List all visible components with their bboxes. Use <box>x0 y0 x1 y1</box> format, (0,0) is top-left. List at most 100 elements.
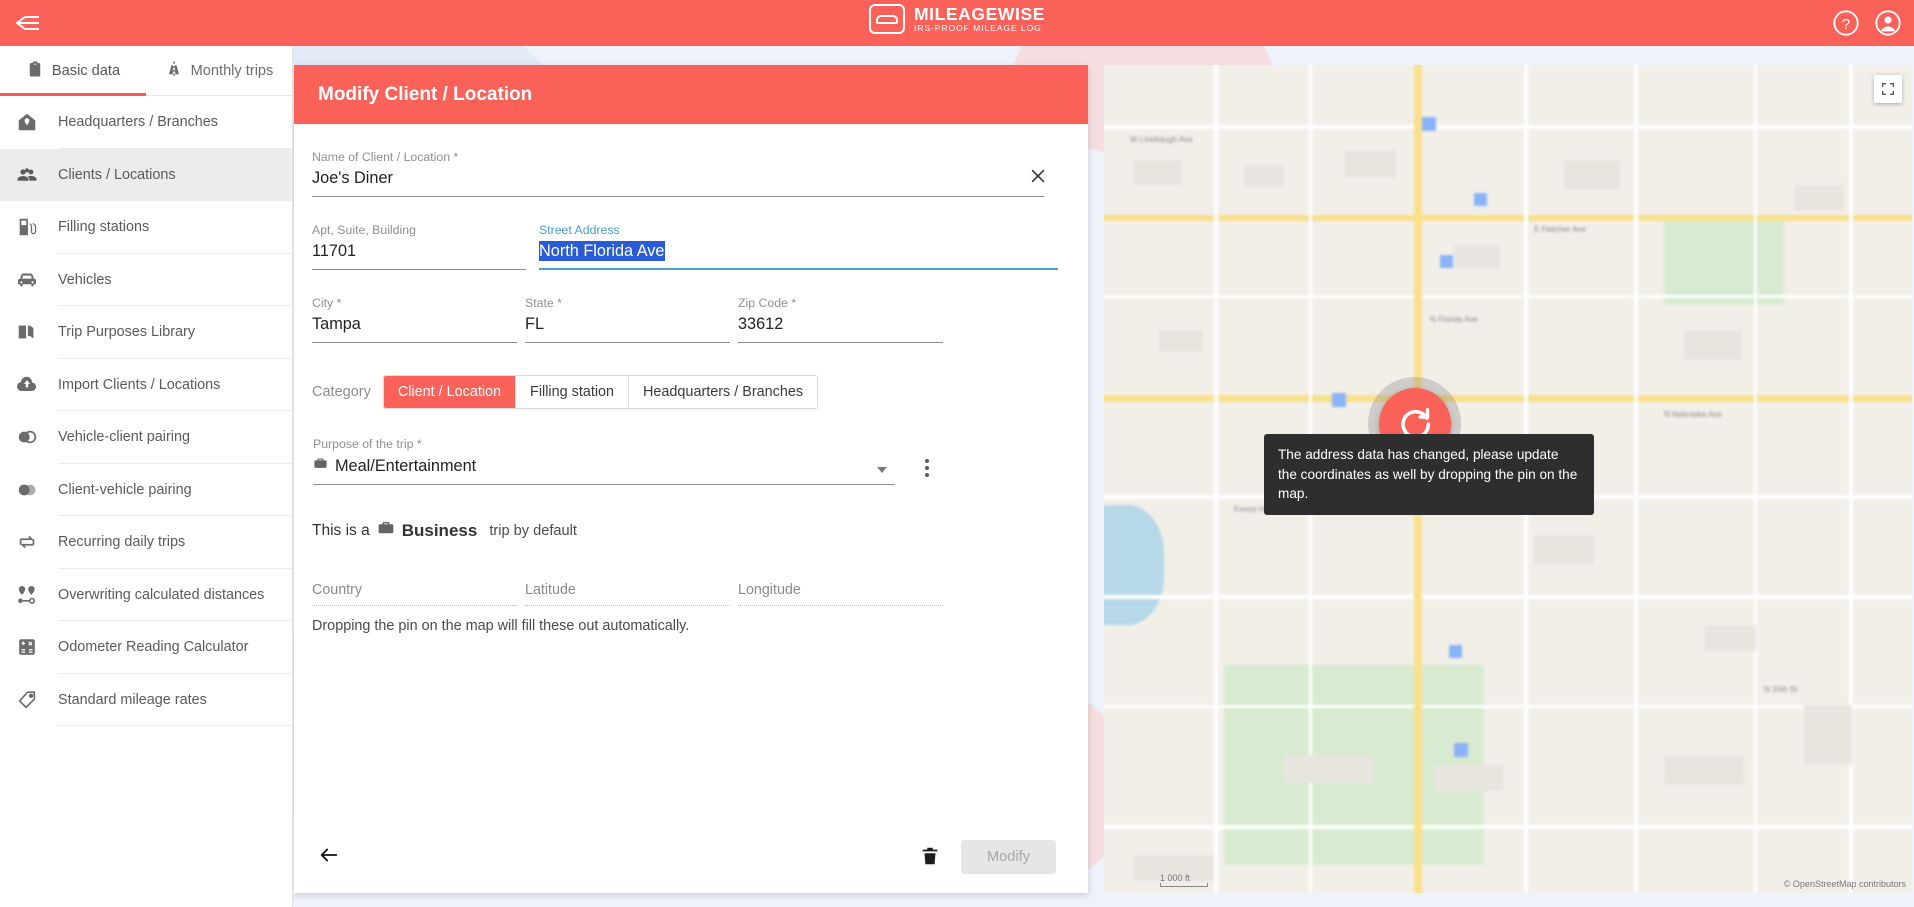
more-vertical-icon[interactable] <box>917 455 937 481</box>
tab-monthly-trips[interactable]: Monthly trips <box>146 46 292 96</box>
account-circle-icon[interactable] <box>1874 9 1902 37</box>
repeat-icon <box>14 529 40 555</box>
briefcase-icon <box>313 456 328 476</box>
city-label: City * <box>312 296 342 310</box>
sidebar-item-headquarters-branches[interactable]: Headquarters / Branches <box>0 96 292 149</box>
highway-icon <box>165 60 183 82</box>
sidebar-item-overwriting-calculated-distances[interactable]: Overwriting calculated distances <box>0 569 292 622</box>
city-input[interactable]: Tampa <box>312 315 517 343</box>
sidebar-item-clients-locations[interactable]: Clients / Locations <box>0 148 292 201</box>
card-header: Modify Client / Location <box>294 65 1088 124</box>
default-suffix: trip by default <box>489 522 577 539</box>
card-footer: Modify <box>294 821 1088 893</box>
fuel-pump-icon <box>14 214 40 240</box>
category-segmented-control: Client / Location Filling station Headqu… <box>382 375 819 409</box>
latitude-field: Latitude <box>525 582 730 606</box>
sidebar-item-client-vehicle-pairing[interactable]: Client-vehicle pairing <box>0 464 292 517</box>
top-bar: MILEAGEWISE IRS-PROOF MILEAGE LOG ? <box>0 0 1914 46</box>
purpose-label: Purpose of the trip * <box>313 437 422 451</box>
longitude-field: Longitude <box>738 582 943 606</box>
sidebar-item-label: Filling stations <box>58 219 150 236</box>
tab-basic-data-label: Basic data <box>51 62 121 79</box>
default-prefix: This is a <box>312 521 370 539</box>
sidebar-item-label: Vehicles <box>58 271 112 288</box>
sidebar: Basic data Monthly trips Headquarters / … <box>0 46 293 907</box>
state-input[interactable]: FL <box>525 315 730 343</box>
calculator-icon <box>14 634 40 660</box>
sidebar-item-label: Recurring daily trips <box>58 534 186 551</box>
sidebar-item-label: Vehicle-client pairing <box>58 429 190 446</box>
street-field-group: Street Address North Florida Ave <box>539 223 1058 270</box>
street-input[interactable]: North Florida Ave <box>539 241 1058 270</box>
fullscreen-icon[interactable] <box>1874 75 1902 103</box>
car-icon <box>14 267 40 293</box>
sidebar-item-label: Standard mileage rates <box>58 691 207 708</box>
purpose-select[interactable]: Meal/Entertainment <box>313 456 895 485</box>
longitude-label: Longitude <box>738 582 943 606</box>
sidebar-item-vehicles[interactable]: Vehicles <box>0 254 292 307</box>
name-label: Name of Client / Location * <box>312 150 459 164</box>
purpose-row: Purpose of the trip * Meal/Entertainment <box>312 437 1058 485</box>
map-panel[interactable]: W Linebaugh Ave N Florida Ave E Fletcher… <box>1104 65 1912 893</box>
name-input[interactable]: Joe's Diner <box>312 169 1044 197</box>
map-scale-bar <box>1160 883 1208 887</box>
sidebar-item-filling-stations[interactable]: Filling stations <box>0 201 292 254</box>
zip-field-group: Zip Code * 33612 <box>738 296 943 343</box>
menu-collapse-icon[interactable] <box>14 10 42 36</box>
sidebar-item-label: Overwriting calculated distances <box>58 586 265 603</box>
name-field-group: Name of Client / Location * Joe's Diner <box>312 150 1058 197</box>
map-attribution: © OpenStreetMap contributors <box>1783 879 1906 889</box>
category-option-client-location[interactable]: Client / Location <box>383 376 517 408</box>
help-circle-icon[interactable]: ? <box>1832 9 1860 37</box>
category-option-filling-station[interactable]: Filling station <box>516 376 630 408</box>
page-title: Modify Client / Location <box>318 83 533 105</box>
purpose-field-group: Purpose of the trip * Meal/Entertainment <box>312 437 895 485</box>
two-pins-icon <box>14 582 40 608</box>
default-trip-type: Business <box>401 520 478 540</box>
sidebar-item-label: Client-vehicle pairing <box>58 481 192 498</box>
people-group-icon <box>14 162 40 188</box>
sidebar-item-label: Clients / Locations <box>58 166 176 183</box>
sidebar-item-trip-purposes-library[interactable]: Trip Purposes Library <box>0 306 292 359</box>
category-row: Category Client / Location Filling stati… <box>312 375 1058 409</box>
street-label: Street Address <box>539 223 620 237</box>
tab-basic-data[interactable]: Basic data <box>0 46 146 96</box>
purpose-value-text: Meal/Entertainment <box>335 456 477 475</box>
modify-button[interactable]: Modify <box>961 840 1056 874</box>
trash-icon[interactable] <box>919 844 943 870</box>
sidebar-item-import-clients-locations[interactable]: Import Clients / Locations <box>0 359 292 412</box>
tab-monthly-trips-label: Monthly trips <box>190 62 274 79</box>
book-icon <box>14 319 40 345</box>
arrow-left-icon[interactable] <box>316 844 342 870</box>
street-selected-text: North Florida Ave <box>539 241 665 261</box>
state-label: State * <box>525 296 562 310</box>
state-field-group: State * FL <box>525 296 730 343</box>
two-circles-icon <box>14 477 40 503</box>
geo-hint-text: Dropping the pin on the map will fill th… <box>312 618 690 634</box>
app-root: MILEAGEWISE IRS-PROOF MILEAGE LOG ? Basi… <box>0 0 1914 907</box>
sidebar-item-label: Odometer Reading Calculator <box>58 639 249 656</box>
apt-field-group: Apt, Suite, Building 11701 <box>312 223 526 270</box>
latitude-label: Latitude <box>525 582 730 606</box>
sidebar-item-odometer-reading-calculator[interactable]: Odometer Reading Calculator <box>0 621 292 674</box>
city-field-group: City * Tampa <box>312 296 517 343</box>
map-scale: 1 000 ft <box>1160 873 1208 887</box>
clipboard-icon <box>26 60 44 82</box>
address-row: Apt, Suite, Building 11701 Street Addres… <box>312 223 1058 270</box>
sidebar-item-label: Trip Purposes Library <box>58 324 196 341</box>
chevron-down-icon[interactable] <box>877 467 887 473</box>
geo-row: Country Latitude Longitude <box>312 582 1058 606</box>
sidebar-item-vehicle-client-pairing[interactable]: Vehicle-client pairing <box>0 411 292 464</box>
zip-label: Zip Code * <box>738 296 797 310</box>
sidebar-item-label: Headquarters / Branches <box>58 114 218 131</box>
sidebar-item-standard-mileage-rates[interactable]: Standard mileage rates <box>0 674 292 727</box>
mileagewise-logo-icon <box>868 4 905 34</box>
home-pin-icon <box>14 109 40 135</box>
apt-input[interactable]: 11701 <box>312 242 526 270</box>
cloud-upload-icon <box>14 372 40 398</box>
zip-input[interactable]: 33612 <box>738 315 943 343</box>
close-icon[interactable] <box>1028 166 1048 186</box>
sidebar-item-recurring-daily-trips[interactable]: Recurring daily trips <box>0 516 292 569</box>
category-option-headquarters-branches[interactable]: Headquarters / Branches <box>629 376 818 408</box>
